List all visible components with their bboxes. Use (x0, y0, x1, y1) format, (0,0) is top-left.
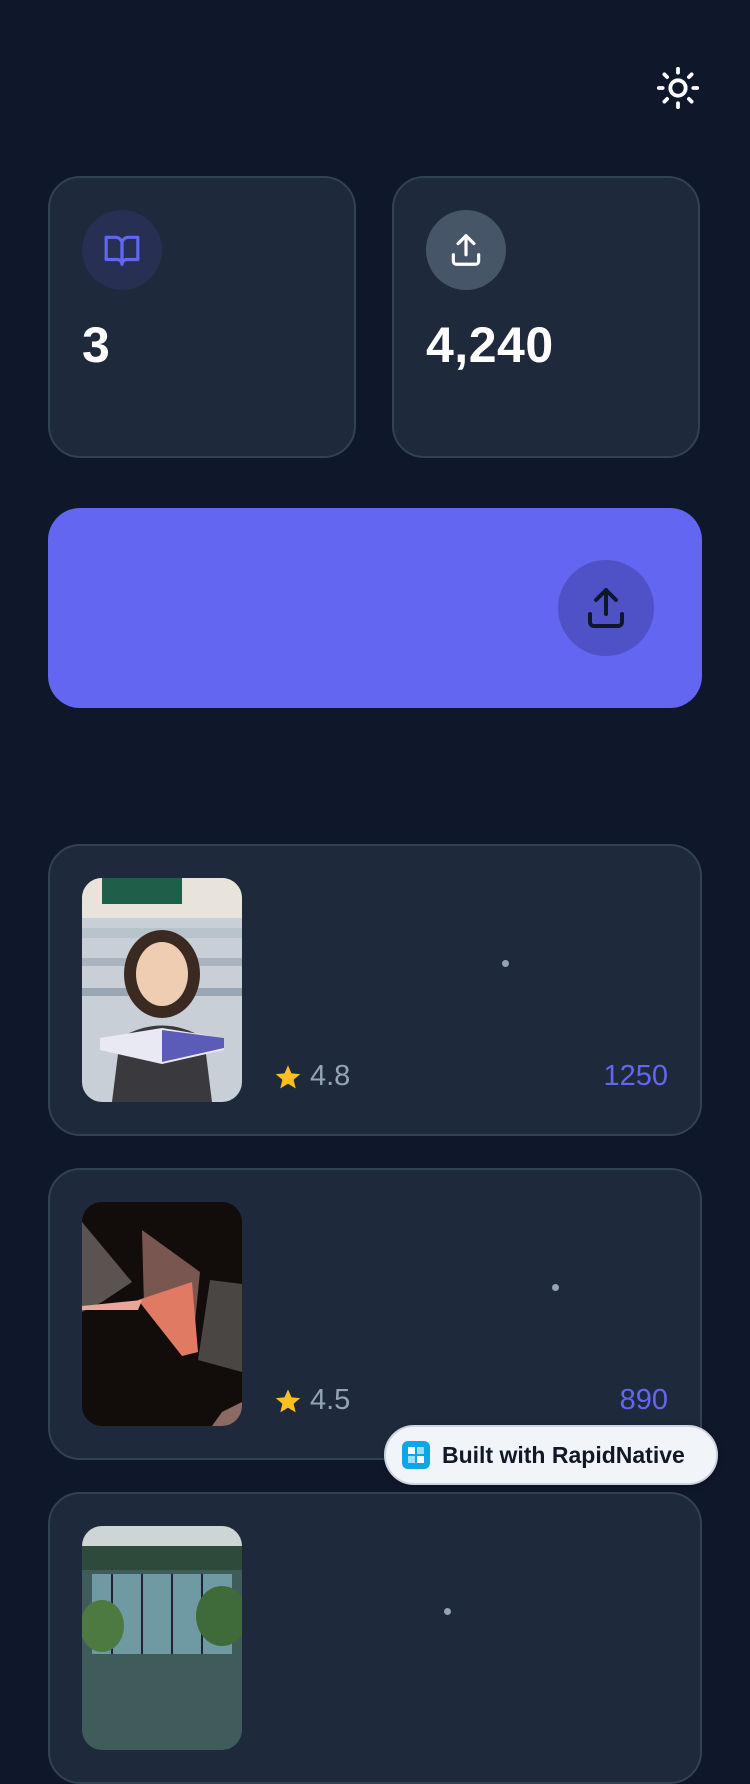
badge-label: Built with RapidNative (442, 1441, 685, 1468)
books-count: 3 (82, 317, 111, 373)
star-icon (275, 1388, 301, 1412)
separator-dot (552, 1284, 559, 1291)
upload-icon (426, 210, 506, 290)
book-card[interactable]: 4.5 890 (48, 1168, 702, 1460)
book-card[interactable] (48, 1492, 702, 1784)
book-reads-count: 1250 (603, 1060, 668, 1092)
upload-icon (588, 588, 624, 628)
book-cover-image (82, 1202, 242, 1426)
star-icon (275, 1064, 301, 1088)
rapidnative-logo-icon (402, 1441, 430, 1469)
book-cover-image (82, 1526, 242, 1750)
sun-icon (656, 66, 700, 110)
built-with-rapidnative-badge[interactable]: Built with RapidNative (384, 1425, 718, 1485)
upload-book-banner[interactable] (48, 508, 702, 708)
upload-button[interactable] (558, 560, 654, 656)
books-stat-card: 3 (48, 176, 356, 458)
book-open-icon (82, 210, 162, 290)
book-rating: 4.8 (274, 1060, 350, 1093)
rating-value: 4.5 (310, 1384, 351, 1416)
theme-toggle-button[interactable] (652, 62, 704, 114)
uploads-count: 4,240 (426, 317, 554, 373)
rating-value: 4.8 (310, 1060, 351, 1092)
separator-dot (502, 960, 509, 967)
separator-dot (444, 1608, 451, 1615)
uploads-stat-card: 4,240 (392, 176, 700, 458)
book-reads-count: 890 (619, 1384, 668, 1416)
book-card[interactable]: 4.8 1250 (48, 844, 702, 1136)
book-cover-image (82, 878, 242, 1102)
book-rating: 4.5 (274, 1384, 350, 1417)
